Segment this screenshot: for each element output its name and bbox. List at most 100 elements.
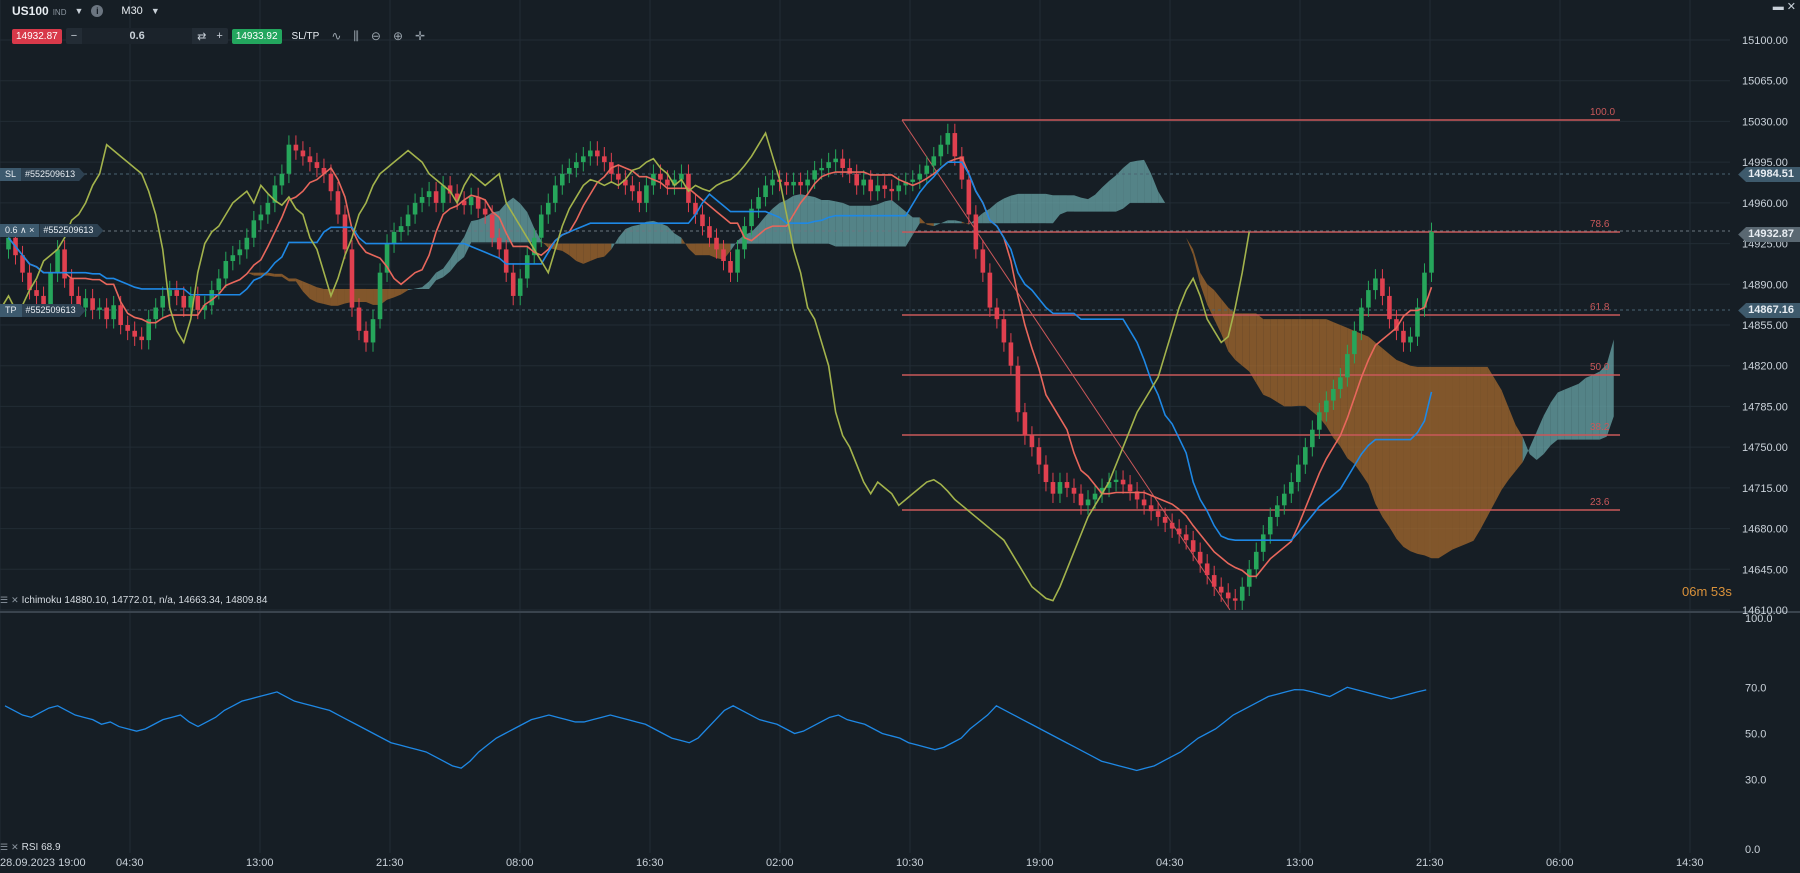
candle-body xyxy=(1317,412,1322,430)
candle-body xyxy=(952,133,958,157)
candle-body xyxy=(1253,551,1259,570)
symbol-suffix: IND xyxy=(52,7,67,17)
candle-body xyxy=(160,295,166,308)
rsi-tick-label: 70.0 xyxy=(1745,682,1766,694)
candle-body xyxy=(798,181,803,186)
ichimoku-legend[interactable]: ☰ ✕ Ichimoku 14880.10, 14772.01, n/a, 14… xyxy=(0,595,267,606)
price-tick-label: 15065.00 xyxy=(1742,76,1788,88)
line-chart-icon[interactable]: ∿ xyxy=(331,29,341,43)
time-tick-label: 13:00 xyxy=(1286,857,1314,869)
kumo-segment xyxy=(1312,319,1320,418)
kumo-segment xyxy=(821,199,829,244)
kumo-segment xyxy=(1081,197,1089,212)
symbol-name[interactable]: US100 xyxy=(12,4,49,18)
kumo-segment xyxy=(1249,313,1257,384)
kumo-segment xyxy=(576,243,584,264)
candles-icon[interactable]: ⫼ xyxy=(353,29,359,44)
rsi-legend[interactable]: ☰ ✕ RSI 68.9 xyxy=(0,842,61,853)
crosshair-icon[interactable]: ✛ xyxy=(415,29,425,43)
time-tick-label: 16:30 xyxy=(636,857,664,869)
candle-body xyxy=(335,191,341,215)
candle-body xyxy=(1232,598,1238,601)
candle-body xyxy=(244,237,250,250)
fib-level-label: 61.8 xyxy=(1590,302,1610,313)
kumo-segment xyxy=(1003,195,1011,224)
close-icon[interactable]: ✕ xyxy=(1787,1,1796,13)
candle-body xyxy=(356,307,362,331)
kumo-segment xyxy=(1010,193,1018,224)
kumo-segment xyxy=(1186,237,1194,256)
price-tick-label: 14890.00 xyxy=(1742,279,1788,291)
candle-body xyxy=(174,290,180,296)
info-icon[interactable]: i xyxy=(91,5,104,17)
fib-level-label: 38.2 xyxy=(1590,422,1610,433)
refresh-icon[interactable]: ⇄ xyxy=(192,30,211,43)
sell-button[interactable]: 14932.87 xyxy=(12,28,62,44)
zoom-in-icon[interactable]: ⊕ xyxy=(393,29,403,43)
kumo-segment xyxy=(1031,193,1039,224)
candle-body xyxy=(1092,493,1098,500)
price-tick-label: 14785.00 xyxy=(1742,401,1788,413)
kumo-segment xyxy=(1270,319,1278,403)
price-tick-label: 14855.00 xyxy=(1742,320,1788,332)
kumo-segment xyxy=(464,221,472,257)
increase-button[interactable]: + xyxy=(211,30,227,42)
indicator-settings-icon[interactable]: ☰ xyxy=(0,595,8,606)
buy-button[interactable]: 14933.92 xyxy=(231,28,282,44)
candle-timer: 06m 53s xyxy=(1682,584,1732,599)
indicator-close-icon[interactable]: ✕ xyxy=(11,595,19,606)
kumo-segment xyxy=(632,224,640,244)
kumo-segment xyxy=(1410,365,1418,554)
kumo-segment xyxy=(1052,195,1060,224)
candle-body xyxy=(90,298,95,310)
candle-body xyxy=(1260,534,1266,552)
kumo-segment xyxy=(933,223,941,227)
minimize-icon[interactable]: ▬ xyxy=(1773,1,1784,13)
quantity-stepper[interactable]: − 0.6 ⇄ + xyxy=(65,28,228,44)
kumo-segment xyxy=(1515,425,1523,471)
timeframe-select[interactable]: M30 xyxy=(121,5,142,17)
tp-order-tag[interactable]: TP #552509613 xyxy=(0,304,86,317)
candle-body xyxy=(391,231,397,244)
candle-body xyxy=(1401,330,1406,343)
kumo-segment xyxy=(1368,336,1376,504)
timeframe-dropdown-icon[interactable]: ▼ xyxy=(151,6,160,16)
candle-body xyxy=(1015,365,1021,413)
kijun-line xyxy=(7,161,1433,542)
rsi-close-icon[interactable]: ✕ xyxy=(11,842,19,853)
candle-body xyxy=(293,144,299,151)
price-tick-label: 14645.00 xyxy=(1742,564,1788,576)
position-order-tag[interactable]: 0.6 ∧ × #552509613 xyxy=(0,224,103,237)
quantity-input[interactable]: 0.6 xyxy=(82,28,193,44)
symbol-dropdown-icon[interactable]: ▼ xyxy=(74,6,83,16)
kumo-segment xyxy=(562,243,570,256)
zoom-out-icon[interactable]: ⊖ xyxy=(371,29,381,43)
position-label: 0.6 ∧ × xyxy=(0,224,40,237)
candle-body xyxy=(728,261,733,273)
candle-body xyxy=(342,214,348,250)
candle-body xyxy=(1331,388,1336,401)
time-tick-label: 04:30 xyxy=(1156,857,1184,869)
ichimoku-values: Ichimoku 14880.10, 14772.01, n/a, 14663.… xyxy=(21,595,268,606)
candle-body xyxy=(1288,482,1294,494)
candle-body xyxy=(994,307,1000,320)
decrease-button[interactable]: − xyxy=(66,30,82,42)
candle-body xyxy=(1197,551,1203,564)
kumo-segment xyxy=(204,255,212,264)
kumo-segment xyxy=(891,199,899,247)
candle-body xyxy=(440,185,446,203)
price-tick-label: 14715.00 xyxy=(1742,483,1788,495)
kumo-segment xyxy=(1172,220,1180,227)
price-tick-label: 14820.00 xyxy=(1742,361,1788,373)
candle-body xyxy=(349,249,355,308)
candle-body xyxy=(721,249,726,262)
rsi-settings-icon[interactable]: ☰ xyxy=(0,842,8,853)
window-controls: ▬ ✕ xyxy=(1773,0,1796,13)
candle-body xyxy=(510,272,516,296)
candle-body xyxy=(1429,231,1434,273)
price-chart[interactable]: 15100.0015065.0015030.0014995.0014960.00… xyxy=(0,0,1800,873)
kumo-segment xyxy=(401,288,409,295)
sl-order-tag[interactable]: SL #552509613 xyxy=(0,168,85,181)
kumo-segment xyxy=(1235,313,1243,366)
sltp-button[interactable]: SL/TP xyxy=(292,31,320,42)
